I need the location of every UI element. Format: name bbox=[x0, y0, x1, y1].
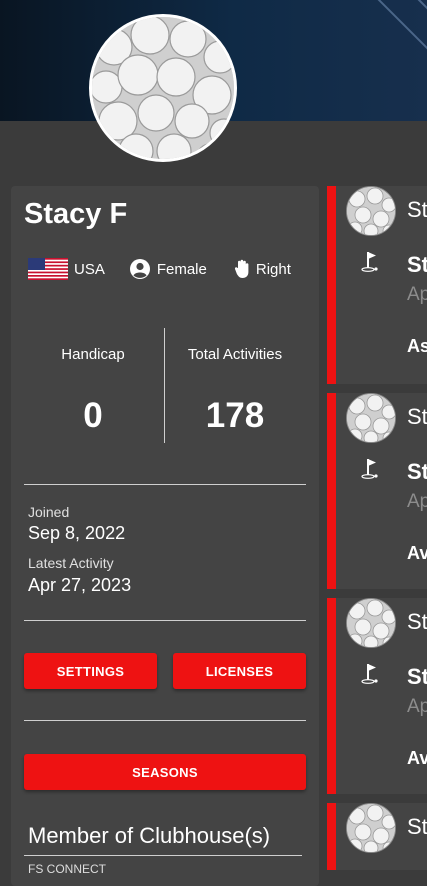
total-activities-label: Total Activities bbox=[187, 346, 283, 363]
card-accent bbox=[327, 803, 336, 870]
feed-activity-title: St bbox=[407, 459, 427, 484]
activity-card[interactable]: St St Ap As bbox=[327, 186, 427, 384]
divider bbox=[24, 620, 306, 621]
divider bbox=[24, 855, 302, 856]
hand-label: Right bbox=[255, 260, 291, 278]
feed-activity-title: St bbox=[407, 252, 427, 277]
feed-avatar bbox=[346, 186, 396, 236]
feed-activity-date: Ap bbox=[407, 696, 427, 717]
licenses-button[interactable]: LICENSES bbox=[173, 653, 306, 689]
feed-user-name: St bbox=[407, 814, 427, 839]
country-label: USA bbox=[74, 260, 105, 278]
profile-name: Stacy F bbox=[24, 198, 128, 230]
handicap-value: 0 bbox=[83, 396, 103, 435]
latest-activity-date: Apr 27, 2023 bbox=[28, 575, 132, 595]
profile-info-row: USA Female Right bbox=[28, 258, 291, 280]
feed-activity-date: Ap bbox=[407, 284, 427, 305]
golf-balls-image bbox=[92, 17, 234, 159]
card-accent bbox=[327, 598, 336, 794]
golf-flag-icon bbox=[361, 459, 378, 479]
gender: Female bbox=[129, 258, 207, 280]
person-circle-icon bbox=[129, 259, 150, 279]
gender-label: Female bbox=[156, 260, 207, 278]
clubhouse-item[interactable]: FS CONNECT bbox=[28, 862, 106, 876]
feed-user-name: St bbox=[407, 404, 427, 429]
profile-avatar[interactable] bbox=[89, 14, 237, 162]
feed-user-name: St bbox=[407, 609, 427, 634]
card-accent bbox=[327, 393, 336, 589]
activity-card[interactable]: St bbox=[327, 803, 427, 870]
seasons-button[interactable]: SEASONS bbox=[24, 754, 306, 790]
feed-activity-meta: As bbox=[407, 336, 427, 356]
feed-avatar bbox=[346, 803, 396, 853]
hand-icon bbox=[234, 259, 249, 278]
activity-card[interactable]: St St Ap Av bbox=[327, 393, 427, 589]
feed-activity-title: St bbox=[407, 664, 427, 689]
feed-avatar bbox=[346, 393, 396, 443]
activity-card[interactable]: St St Ap Av bbox=[327, 598, 427, 794]
country: USA bbox=[28, 258, 105, 280]
feed-user-name: St bbox=[407, 197, 427, 222]
divider bbox=[24, 484, 306, 485]
joined-label: Joined bbox=[28, 504, 70, 520]
us-flag-icon bbox=[28, 258, 68, 280]
golf-flag-icon bbox=[361, 252, 378, 272]
feed-avatar bbox=[346, 598, 396, 648]
feed-activity-meta: Av bbox=[407, 748, 427, 768]
handicap-label: Handicap bbox=[61, 346, 125, 363]
profile-panel: Stacy F USA Female Right Handicap Total … bbox=[11, 186, 319, 886]
golf-flag-icon bbox=[361, 664, 378, 684]
joined-date: Sep 8, 2022 bbox=[28, 523, 126, 543]
divider bbox=[24, 720, 306, 721]
latest-activity-label: Latest Activity bbox=[28, 555, 114, 571]
card-accent bbox=[327, 186, 336, 384]
settings-button[interactable]: SETTINGS bbox=[24, 653, 157, 689]
handedness: Right bbox=[234, 259, 291, 279]
feed-activity-meta: Av bbox=[407, 543, 427, 563]
feed-activity-date: Ap bbox=[407, 491, 427, 512]
clubhouse-title: Member of Clubhouse(s) bbox=[28, 823, 271, 848]
total-activities-value: 178 bbox=[205, 396, 265, 435]
